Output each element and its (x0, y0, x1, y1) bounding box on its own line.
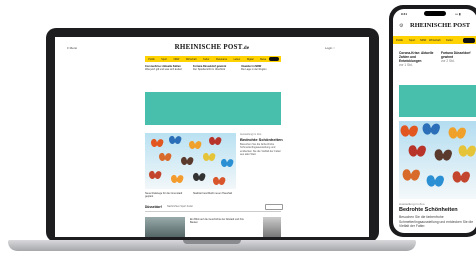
butterfly-icon (399, 124, 419, 138)
butterfly-feature-image[interactable] (399, 121, 476, 199)
main-navigation: Politik Sport NRW Wirtschaft Kultur Pano… (145, 56, 281, 62)
butterfly-icon (169, 174, 185, 184)
laptop-screen: ≡ Menü RHEINISCHE POST.de Login ○ Politi… (55, 37, 369, 237)
teaser-title: Corona-Krise: Aktuelle Zahlen und Entwic… (399, 51, 434, 63)
nav-item[interactable]: Digital (247, 58, 254, 61)
teaser-title: Fortuna Düsseldorf gewinnt (441, 51, 471, 59)
article-teaser-text[interactable]: Ein Blick auf die Geschichte der Altstad… (190, 218, 250, 224)
article-thumbnail[interactable] (145, 217, 185, 237)
login-button[interactable]: Login ○ (325, 46, 335, 50)
butterfly-icon (457, 144, 476, 158)
logo-text: RHEINISCHE POST (174, 43, 243, 51)
logo-tld: .de (242, 46, 250, 51)
butterfly-icon (425, 174, 445, 188)
gear-icon[interactable]: ⚙ (399, 23, 403, 29)
teaser-meta: vor 2 Std. (441, 59, 455, 63)
butterfly-icon (149, 138, 165, 148)
butterfly-icon (179, 156, 195, 166)
butterfly-icon (219, 158, 235, 168)
butterfly-icon (447, 126, 467, 140)
small-teaser[interactable]: Stadtrat beschließt neuen Haushalt (193, 192, 237, 195)
nav-action-button[interactable] (269, 57, 279, 61)
small-teaser[interactable]: Neue Radwege für die Innenstadt geplant (145, 192, 189, 198)
butterfly-icon (407, 144, 427, 158)
feature-headline[interactable]: Bedrohte Schönheiten (399, 207, 458, 213)
nav-item[interactable]: Sport (161, 58, 167, 61)
teaser-column[interactable]: Fortuna Düsseldorf gewinnt vor 2 Std. (441, 51, 476, 63)
nav-item[interactable]: Politik (148, 58, 154, 61)
nav-item[interactable]: Kultur (203, 58, 209, 61)
laptop-notch (183, 240, 241, 244)
status-icons: ••• ▮ (455, 12, 461, 16)
section-links[interactable]: Nachrichten Sport Kultur (167, 205, 193, 208)
advertisement-banner[interactable] (399, 85, 476, 117)
butterfly-icon (167, 135, 183, 145)
butterfly-icon (147, 170, 163, 180)
teaser-text: Was jetzt gilt und was sich ändert (145, 68, 183, 72)
nav-item[interactable]: NRW (420, 39, 426, 42)
dynamic-island (424, 11, 446, 16)
site-logo[interactable]: RHEINISCHE POST (410, 22, 470, 29)
nav-item[interactable]: Leben (234, 58, 241, 61)
nav-item[interactable]: Reise (260, 58, 266, 61)
feature-teaser-text: Besuchen Sie die farbenfrohe Schmetterli… (399, 215, 474, 229)
section-select[interactable] (265, 204, 283, 210)
nav-action-button[interactable] (463, 37, 475, 43)
advertisement-banner[interactable] (145, 92, 281, 125)
butterfly-icon (191, 172, 207, 182)
status-time: 9:41 (401, 12, 408, 16)
teaser-text: Die Lage in der Region (241, 68, 267, 72)
butterfly-icon (401, 168, 421, 182)
nav-item[interactable]: Wirtschaft (429, 39, 441, 42)
feature-tag: Ausstellung im Zoo (399, 202, 425, 206)
nav-item[interactable]: Politik (396, 39, 403, 42)
article-thumbnail[interactable] (263, 217, 281, 237)
teaser-column[interactable]: Corona-Krise: Aktuelle Zahlen Was jetzt … (145, 65, 185, 71)
butterfly-icon (157, 152, 173, 162)
feature-tag: Ausstellung im Zoo (240, 133, 262, 136)
teaser-column[interactable]: Fortuna Düsseldorf gewinnt Der Spielberi… (193, 65, 233, 71)
nav-item[interactable]: Sport (409, 39, 415, 42)
nav-item[interactable]: Wirtschaft (186, 58, 197, 61)
butterfly-icon (187, 140, 203, 150)
feature-teaser-text: Besuchen Sie die farbenfrohe Schmetterli… (240, 143, 281, 157)
butterfly-icon (211, 176, 227, 186)
butterfly-icon (201, 152, 217, 162)
butterfly-feature-image[interactable] (145, 133, 236, 189)
butterfly-icon (207, 136, 223, 146)
teaser-text: Der Spielbericht im Überblick (193, 68, 226, 72)
teaser-meta: vor 1 Std. (399, 63, 413, 67)
site-logo[interactable]: RHEINISCHE POST.de (55, 43, 369, 51)
phone-screen: 9:41 ••• ▮ ⚙ RHEINISCHE POST Politik Spo… (393, 9, 476, 233)
butterfly-icon (451, 170, 471, 184)
section-divider (145, 211, 281, 212)
butterfly-icon (433, 148, 453, 162)
nav-item[interactable]: Kultur (446, 39, 453, 42)
feature-headline[interactable]: Bedrohte Schönheiten (240, 137, 283, 142)
teaser-column[interactable]: Corona-Krise: Aktuelle Zahlen und Entwic… (399, 51, 437, 67)
section-title[interactable]: Düsseldorf (145, 205, 162, 209)
butterfly-icon (421, 122, 441, 136)
nav-item[interactable]: Panorama (216, 58, 227, 61)
teaser-column[interactable]: Unwetter in NRW Die Lage in der Region (241, 65, 281, 71)
nav-item[interactable]: NRW (174, 58, 180, 61)
